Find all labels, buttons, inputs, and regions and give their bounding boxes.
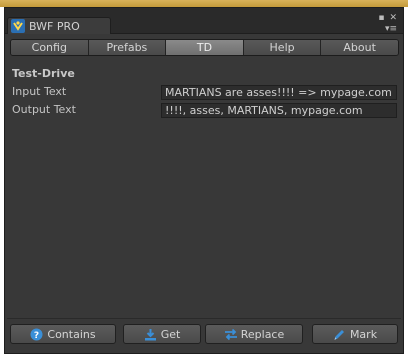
replace-button[interactable]: Replace	[205, 324, 303, 344]
restore-icon[interactable]: ▪	[378, 14, 384, 23]
bottom-divider	[7, 318, 401, 319]
host-title-strip	[0, 0, 408, 7]
mark-button[interactable]: Mark	[312, 324, 398, 344]
tab-config[interactable]: Config	[11, 40, 89, 55]
output-text-label: Output Text	[12, 103, 76, 116]
tab-td[interactable]: TD	[166, 40, 244, 55]
close-icon[interactable]: ✕	[389, 14, 397, 23]
editor-window: BWF PRO ▪ ✕ ▾≡ Config Prefabs TD Help Ab…	[4, 7, 404, 354]
output-text-field[interactable]: !!!!, asses, MARTIANS, mypage.com	[161, 103, 397, 118]
mark-label: Mark	[349, 327, 378, 341]
question-icon: ?	[30, 328, 43, 341]
svg-text:?: ?	[34, 331, 39, 341]
window-tab[interactable]: BWF PRO	[7, 17, 111, 34]
download-icon	[144, 328, 157, 341]
get-button[interactable]: Get	[123, 324, 201, 344]
window-titlebar: BWF PRO ▪ ✕ ▾≡	[5, 8, 403, 34]
input-text-field[interactable]: MARTIANS are asses!!!! => mypage.com	[161, 85, 397, 100]
section-title: Test-Drive	[12, 67, 75, 80]
contains-label: Contains	[47, 327, 96, 341]
get-label: Get	[160, 327, 181, 341]
window-tab-title: BWF PRO	[29, 19, 80, 33]
tab-prefabs[interactable]: Prefabs	[88, 40, 167, 55]
contains-button[interactable]: ? Contains	[10, 324, 116, 344]
main-tabs: Config Prefabs TD Help About	[10, 39, 399, 56]
menu-icon[interactable]: ▾≡	[385, 25, 397, 34]
swap-arrows-icon	[224, 328, 237, 341]
tab-help[interactable]: Help	[243, 40, 322, 55]
input-text-label: Input Text	[12, 85, 67, 98]
replace-label: Replace	[240, 327, 285, 341]
bwf-logo-icon	[11, 19, 25, 33]
pencil-icon	[333, 328, 346, 341]
tab-about[interactable]: About	[321, 40, 398, 55]
